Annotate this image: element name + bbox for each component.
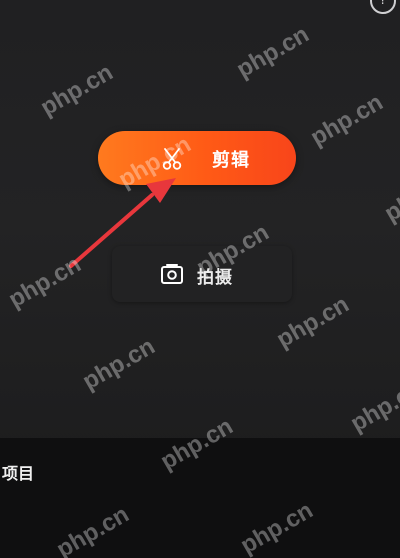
- projects-label: 项目: [2, 464, 35, 483]
- app-screen: ? 剪辑 拍摄 项目 php.cn php.cn php.cn php.cn p…: [0, 0, 400, 558]
- shoot-button-label: 拍摄: [197, 268, 233, 288]
- scissors-icon: [162, 148, 182, 170]
- watermark: php.cn: [78, 332, 160, 396]
- watermark: php.cn: [306, 88, 388, 152]
- edit-button-label: 剪辑: [212, 150, 250, 171]
- help-icon[interactable]: ?: [370, 0, 396, 14]
- bottom-panel: 项目: [0, 438, 400, 558]
- watermark: php.cn: [346, 374, 400, 438]
- shoot-button[interactable]: 拍摄: [112, 246, 292, 302]
- edit-button[interactable]: 剪辑: [98, 131, 296, 185]
- camera-icon: [161, 264, 183, 284]
- watermark: php.cn: [4, 250, 86, 314]
- watermark: php.cn: [36, 58, 118, 122]
- watermark: php.cn: [232, 20, 314, 84]
- watermark: php.cn: [380, 164, 400, 228]
